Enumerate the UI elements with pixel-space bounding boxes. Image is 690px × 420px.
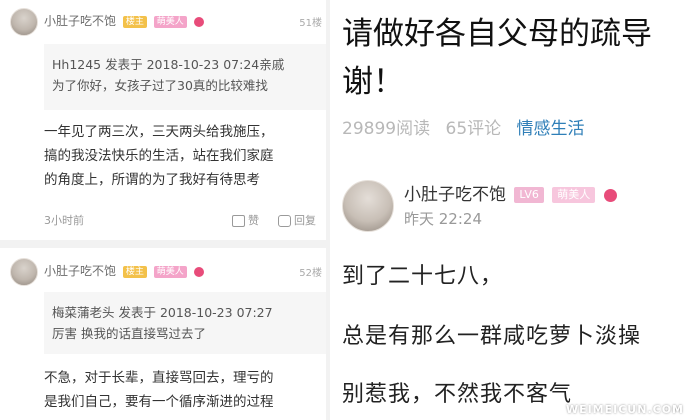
quote-text: 厉害 换我的话直接骂过去了 (52, 326, 206, 341)
post-time: 昨天 22:24 (404, 210, 482, 228)
op-badge: 楼主 (122, 265, 147, 278)
username[interactable]: 小肚子吃不饱 (44, 14, 116, 28)
title-line: 谢！ (342, 64, 404, 100)
comment-line: 不急，对于长辈，直接骂回去，理亏的 (44, 370, 274, 386)
like-label: 赞 (248, 214, 259, 227)
author-avatar[interactable] (342, 180, 394, 232)
op-badge: 楼主 (122, 15, 147, 28)
post-title: 请做好各自父母的疏导 谢！ (342, 10, 690, 106)
divider (0, 240, 326, 248)
quote-header: Hh1245 发表于 2018-10-23 07:24亲戚 (52, 57, 285, 72)
post-body-line: 到了二十七八， (342, 264, 504, 289)
heart-icon (603, 188, 617, 202)
post-body-line: 别惹我，不然我不客气 (342, 382, 573, 407)
floor-number: 52楼 (299, 268, 322, 279)
floor-number: 51楼 (299, 18, 322, 29)
username[interactable]: 小肚子吃不饱 (44, 264, 116, 278)
avatar[interactable] (10, 8, 38, 36)
author-name[interactable]: 小肚子吃不饱 (404, 185, 506, 205)
comment-line: 的角度上，所谓的为了我好有待思考 (44, 172, 260, 188)
category-link[interactable]: 情感生活 (517, 119, 585, 139)
comment-text: 不急，对于长辈，直接骂回去，理亏的 是我们自己，要有一个循序渐进的过程 (44, 366, 326, 414)
avatar[interactable] (10, 258, 38, 286)
post-body-line: 总是有那么一群咸吃萝卜淡操 (342, 324, 642, 349)
comment-icon (278, 215, 291, 227)
title-line: 请做好各自父母的疏导 (342, 16, 652, 52)
quoted-comment[interactable]: Hh1245 发表于 2018-10-23 07:24亲戚 为了你好，女孩子过了… (44, 44, 326, 110)
comment-text: 一年见了两三次，三天两头给我施压， 搞的我没法快乐的生活，站在我们家庭 的角度上… (44, 120, 326, 192)
thumbs-up-icon (232, 215, 245, 227)
reply-button[interactable]: 回复 (278, 212, 316, 228)
title-badge: 萌美人 (552, 187, 596, 203)
comment-author[interactable]: 小肚子吃不饱 楼主 萌美人 (44, 262, 204, 279)
quote-header: 梅菜蒲老头 发表于 2018-10-23 07:27 (52, 305, 273, 320)
level-badge: LV6 (514, 187, 544, 203)
post-panel: 请做好各自父母的疏导 谢！ 29899阅读 65评论 情感生活 小肚子吃不饱 L… (330, 0, 690, 420)
like-button[interactable]: 赞 (232, 212, 259, 228)
watermark: WEIMEICUN.COM (565, 403, 684, 416)
heart-icon (193, 16, 204, 27)
comment-line: 是我们自己，要有一个循序渐进的过程 (44, 394, 274, 410)
quote-text: 为了你好，女孩子过了30真的比较难找 (52, 78, 268, 93)
comment-count[interactable]: 65评论 (446, 119, 502, 139)
read-count: 29899阅读 (342, 119, 431, 139)
heart-icon (193, 266, 204, 277)
comment-author[interactable]: 小肚子吃不饱 楼主 萌美人 (44, 12, 204, 29)
comment-item: 小肚子吃不饱 楼主 萌美人 51楼 Hh1245 发表于 2018-10-23 … (0, 0, 326, 240)
comment-time: 3小时前 (44, 214, 84, 227)
comment-line: 搞的我没法快乐的生活，站在我们家庭 (44, 148, 274, 164)
comment-item: 小肚子吃不饱 楼主 萌美人 52楼 梅菜蒲老头 发表于 2018-10-23 0… (0, 248, 326, 420)
comment-panel: 小肚子吃不饱 楼主 萌美人 51楼 Hh1245 发表于 2018-10-23 … (0, 0, 326, 420)
title-badge: 萌美人 (153, 15, 187, 28)
author-info[interactable]: 小肚子吃不饱 LV6 萌美人 (404, 180, 617, 205)
post-stats: 29899阅读 65评论 情感生活 (342, 114, 585, 139)
comment-line: 一年见了两三次，三天两头给我施压， (44, 124, 274, 140)
title-badge: 萌美人 (153, 265, 187, 278)
reply-label: 回复 (294, 214, 316, 227)
quoted-comment[interactable]: 梅菜蒲老头 发表于 2018-10-23 07:27 厉害 换我的话直接骂过去了 (44, 292, 326, 354)
